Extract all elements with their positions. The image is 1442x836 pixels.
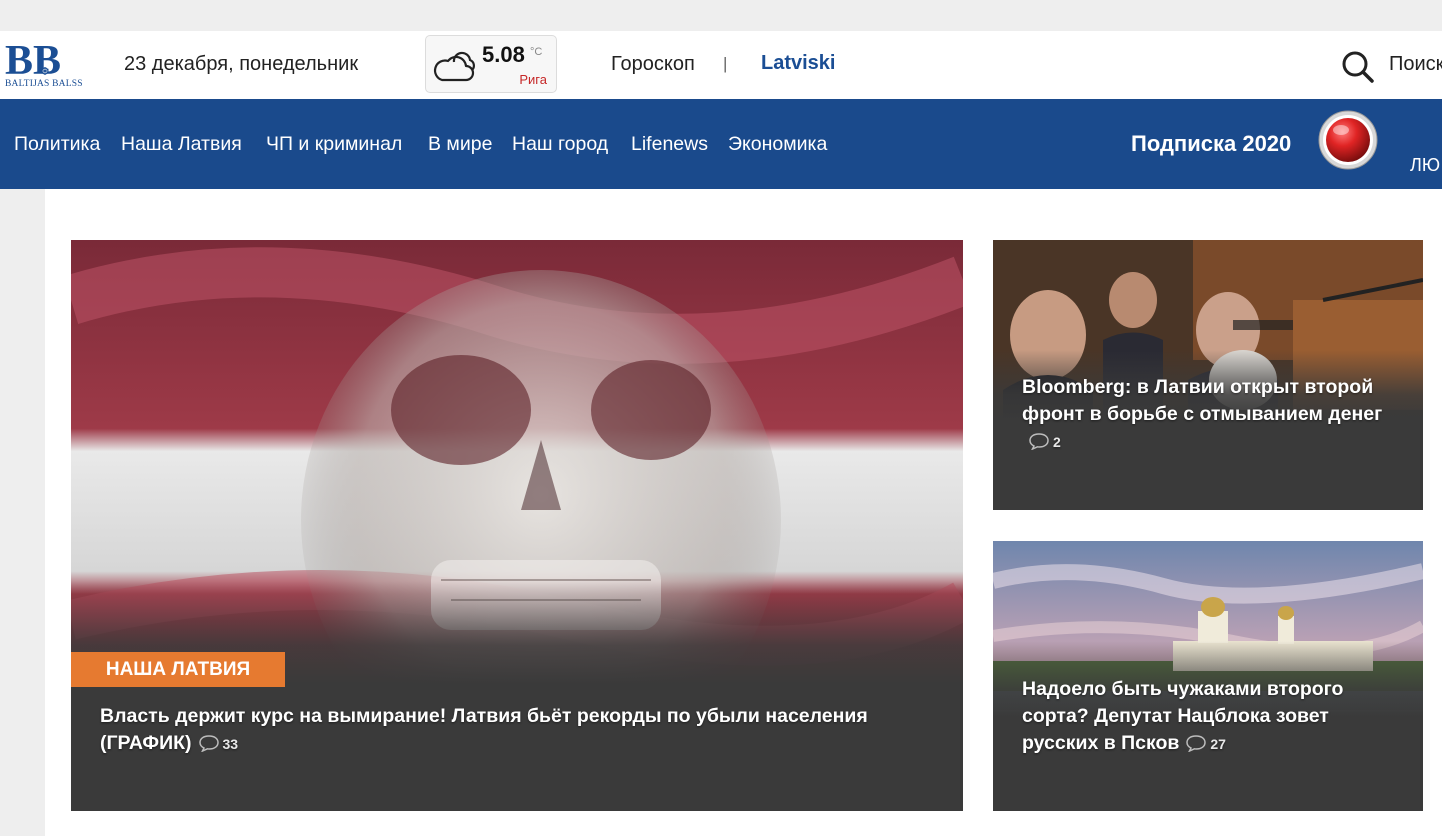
- side-article-title-2[interactable]: Надоело быть чужаками второго сорта? Деп…: [1022, 676, 1407, 758]
- category-tag[interactable]: НАША ЛАТВИЯ: [71, 652, 285, 687]
- side-article-title-text-2[interactable]: Надоело быть чужаками второго сорта? Деп…: [1022, 678, 1343, 754]
- weather-city: Рига: [519, 72, 547, 87]
- weather-unit: °C: [530, 46, 543, 58]
- current-date: 23 декабря, понедельник: [124, 53, 359, 75]
- comment-icon: [1029, 433, 1049, 450]
- nav-item-economy[interactable]: Экономика: [728, 133, 827, 156]
- nav-item-cut[interactable]: ЛЮ: [1410, 155, 1440, 176]
- comment-count: 33: [222, 736, 239, 752]
- side-article-title-1[interactable]: Bloomberg: в Латвии открыт второй фронт …: [1022, 374, 1392, 456]
- comment-count: 2: [1053, 434, 1061, 450]
- left-gutter: [0, 189, 45, 836]
- side-article-card-2[interactable]: Надоело быть чужаками второго сорта? Деп…: [993, 541, 1423, 811]
- side-article-title-text-1[interactable]: Bloomberg: в Латвии открыт второй фронт …: [1022, 376, 1382, 425]
- cloud-icon: [432, 50, 476, 89]
- nav-item-world[interactable]: В мире: [428, 133, 492, 156]
- nav-item-our-city[interactable]: Наш город: [512, 133, 608, 156]
- subscribe-badge-icon[interactable]: [1317, 109, 1379, 176]
- nav-item-politics[interactable]: Политика: [14, 133, 100, 156]
- weather-temperature: 5.08: [482, 42, 525, 67]
- main-article-title[interactable]: Власть держит курс на вымирание! Латвия …: [100, 703, 945, 758]
- side-article-card-1[interactable]: Bloomberg: в Латвии открыт второй фронт …: [993, 240, 1423, 510]
- search-icon[interactable]: [1340, 49, 1376, 90]
- nav-item-our-latvia[interactable]: Наша Латвия: [121, 133, 242, 156]
- logo-mark: BB: [5, 40, 61, 80]
- horoscope-link[interactable]: Гороскоп: [611, 53, 695, 76]
- subscribe-link[interactable]: Подписка 2020: [1131, 131, 1291, 157]
- language-switch-link[interactable]: Latviski: [761, 52, 835, 75]
- top-strip: [0, 0, 1442, 31]
- main-navigation: Политика Наша Латвия ЧП и криминал В мир…: [0, 99, 1442, 189]
- nav-item-crime[interactable]: ЧП и криминал: [266, 133, 402, 156]
- site-logo[interactable]: BB BALTIJAS BALSS: [5, 40, 93, 90]
- site-header: BB BALTIJAS BALSS 23 декабря, понедельни…: [0, 31, 1442, 99]
- weather-widget[interactable]: 5.08 °C Рига: [425, 35, 557, 93]
- nav-item-lifenews[interactable]: Lifenews: [631, 133, 708, 156]
- logo-subtitle: BALTIJAS BALSS: [5, 79, 83, 89]
- comment-count: 27: [1210, 736, 1226, 752]
- comment-icon: [1186, 735, 1207, 752]
- logo-letters: BB: [5, 40, 61, 80]
- main-article-shade: [71, 581, 963, 811]
- comment-icon: [198, 735, 219, 752]
- main-article-card[interactable]: НАША ЛАТВИЯ Власть держит курс на вымира…: [71, 240, 963, 811]
- header-separator: |: [723, 54, 728, 73]
- search-label[interactable]: Поиск: [1389, 53, 1442, 76]
